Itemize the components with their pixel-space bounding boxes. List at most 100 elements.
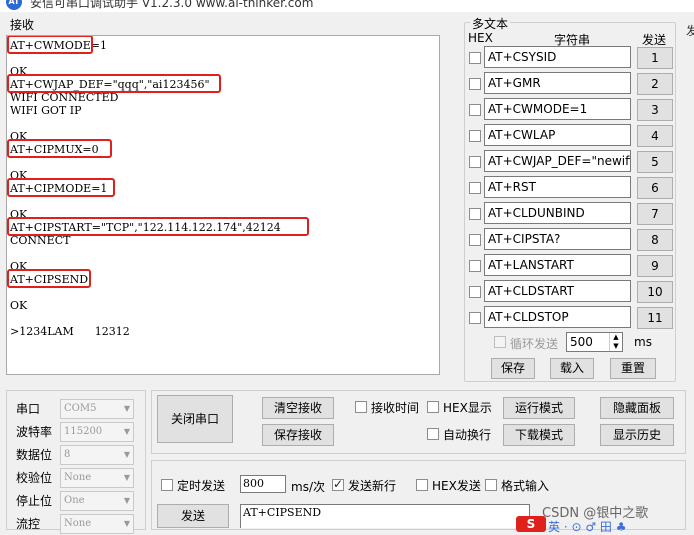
multi-send-button[interactable]: 4: [637, 125, 673, 147]
multi-hex-checkbox[interactable]: [469, 104, 481, 116]
loop-send-label: 循环发送: [510, 337, 559, 351]
multi-hex-checkbox[interactable]: [469, 234, 481, 246]
stopbits-label: 停止位: [16, 494, 53, 508]
cut-off-window-text: 发: [686, 24, 694, 38]
multi-hex-checkbox[interactable]: [469, 260, 481, 272]
hex-display-checkbox[interactable]: [427, 401, 439, 413]
loop-interval-spinbox[interactable]: 500 ▲ ▼: [566, 332, 623, 352]
reset-multi-button[interactable]: 重置: [610, 358, 656, 379]
hide-panel-button[interactable]: 隐藏面板: [600, 397, 674, 419]
show-history-button[interactable]: 显示历史: [600, 424, 674, 446]
multi-send-button[interactable]: 10: [637, 281, 673, 303]
receive-line: OK: [10, 299, 28, 312]
auto-wrap-checkbox[interactable]: [427, 428, 439, 440]
run-mode-button[interactable]: 运行模式: [503, 397, 575, 419]
spin-down-icon[interactable]: ▼: [609, 342, 622, 351]
save-receive-button[interactable]: 保存接收: [262, 424, 334, 446]
multi-send-button[interactable]: 7: [637, 203, 673, 225]
flow-label: 流控: [16, 517, 41, 531]
close-port-button[interactable]: 关闭串口: [157, 395, 233, 443]
flow-value: None: [64, 518, 92, 529]
parity-select[interactable]: None ▼: [60, 468, 134, 488]
stopbits-value: One: [64, 495, 85, 506]
receive-label: 接收: [10, 18, 35, 32]
multi-hex-checkbox[interactable]: [469, 312, 481, 324]
interval-input[interactable]: 800: [240, 475, 286, 493]
save-multi-button[interactable]: 保存: [491, 358, 535, 379]
format-input-checkbox[interactable]: [485, 479, 497, 491]
send-newline-checkbox[interactable]: [332, 477, 344, 491]
multi-string-input[interactable]: AT+CLDSTOP: [484, 306, 631, 328]
send-newline-label: 发送新行: [348, 479, 397, 493]
hex-send-label: HEX发送: [432, 479, 481, 493]
send-column-header: 发送: [642, 33, 667, 47]
multi-string-input[interactable]: AT+CWJAP_DEF="newifi_: [484, 150, 631, 172]
red-highlight-box: [7, 36, 93, 54]
multi-string-input[interactable]: AT+RST: [484, 176, 631, 198]
auto-wrap-label: 自动换行: [443, 428, 492, 442]
multi-string-input[interactable]: AT+CLDUNBIND: [484, 202, 631, 224]
multi-send-button[interactable]: 11: [637, 307, 673, 329]
multi-hex-checkbox[interactable]: [469, 182, 481, 194]
send-button[interactable]: 发送: [157, 504, 229, 528]
hex-send-checkbox[interactable]: [416, 479, 428, 491]
format-input-label: 格式输入: [501, 479, 550, 493]
multi-hex-checkbox[interactable]: [469, 208, 481, 220]
multi-string-input[interactable]: AT+GMR: [484, 72, 631, 94]
multi-hex-checkbox[interactable]: [469, 52, 481, 64]
receive-time-label: 接收时间: [371, 401, 420, 415]
spin-up-icon[interactable]: ▲: [609, 333, 622, 342]
ime-tray-icons: 英 · ⊙ ♂ 田 ♣: [548, 520, 627, 534]
databits-select[interactable]: 8 ▼: [60, 445, 134, 465]
baud-select[interactable]: 115200 ▼: [60, 422, 134, 442]
multi-hex-checkbox[interactable]: [469, 78, 481, 90]
app-logo-icon: AT: [6, 0, 22, 10]
flow-select[interactable]: None ▼: [60, 514, 134, 534]
receive-time-checkbox[interactable]: [355, 401, 367, 413]
timed-send-checkbox[interactable]: [161, 479, 173, 491]
multi-string-input[interactable]: AT+CIPSTA?: [484, 228, 631, 250]
red-highlight-box: [7, 74, 221, 93]
receive-line: WIFI GOT IP: [10, 104, 82, 117]
multi-send-button[interactable]: 9: [637, 255, 673, 277]
multi-send-button[interactable]: 3: [637, 99, 673, 121]
multi-hex-checkbox[interactable]: [469, 156, 481, 168]
multi-send-button[interactable]: 2: [637, 73, 673, 95]
multi-send-button[interactable]: 5: [637, 151, 673, 173]
multi-string-input[interactable]: AT+CWLAP: [484, 124, 631, 146]
loop-send-checkbox[interactable]: [494, 336, 506, 348]
receive-textarea[interactable]: AT+CWMODE=1 OK AT+CWJAP_DEF="qqq","ai12345…: [6, 35, 440, 375]
multi-string-input[interactable]: AT+CSYSID: [484, 46, 631, 68]
port-label: 串口: [16, 402, 41, 416]
loop-unit-label: ms: [634, 335, 652, 349]
chevron-down-icon: ▼: [123, 450, 130, 459]
multi-send-button[interactable]: 6: [637, 177, 673, 199]
red-highlight-box: [7, 217, 309, 236]
load-multi-button[interactable]: 载入: [550, 358, 594, 379]
multi-string-input[interactable]: AT+LANSTART: [484, 254, 631, 276]
red-highlight-box: [7, 269, 91, 288]
send-textarea[interactable]: AT+CIPSEND: [240, 504, 530, 528]
red-highlight-box: [7, 139, 112, 158]
chevron-down-icon: ▼: [123, 519, 130, 528]
databits-value: 8: [64, 449, 71, 460]
multi-hex-checkbox[interactable]: [469, 130, 481, 142]
multi-string-input[interactable]: AT+CWMODE=1: [484, 98, 631, 120]
download-mode-button[interactable]: 下载模式: [503, 424, 575, 446]
chevron-down-icon: ▼: [123, 496, 130, 505]
baud-value: 115200: [64, 426, 103, 437]
title-bar: AT 安信可串口调试助手 V1.2.3.0 www.ai-thinker.com: [0, 0, 694, 12]
window-title: 安信可串口调试助手 V1.2.3.0 www.ai-thinker.com: [30, 0, 314, 10]
clear-receive-button[interactable]: 清空接收: [262, 397, 334, 419]
multi-send-button[interactable]: 1: [637, 47, 673, 69]
databits-label: 数据位: [16, 448, 53, 462]
loop-interval-value: 500: [570, 335, 593, 349]
port-select[interactable]: COM5 ▼: [60, 399, 134, 419]
interval-unit-label: ms/次: [291, 480, 325, 494]
multi-text-title: 多文本: [470, 15, 511, 32]
stopbits-select[interactable]: One ▼: [60, 491, 134, 511]
multi-send-button[interactable]: 8: [637, 229, 673, 251]
hex-display-label: HEX显示: [443, 401, 492, 415]
multi-string-input[interactable]: AT+CLDSTART: [484, 280, 631, 302]
multi-hex-checkbox[interactable]: [469, 286, 481, 298]
